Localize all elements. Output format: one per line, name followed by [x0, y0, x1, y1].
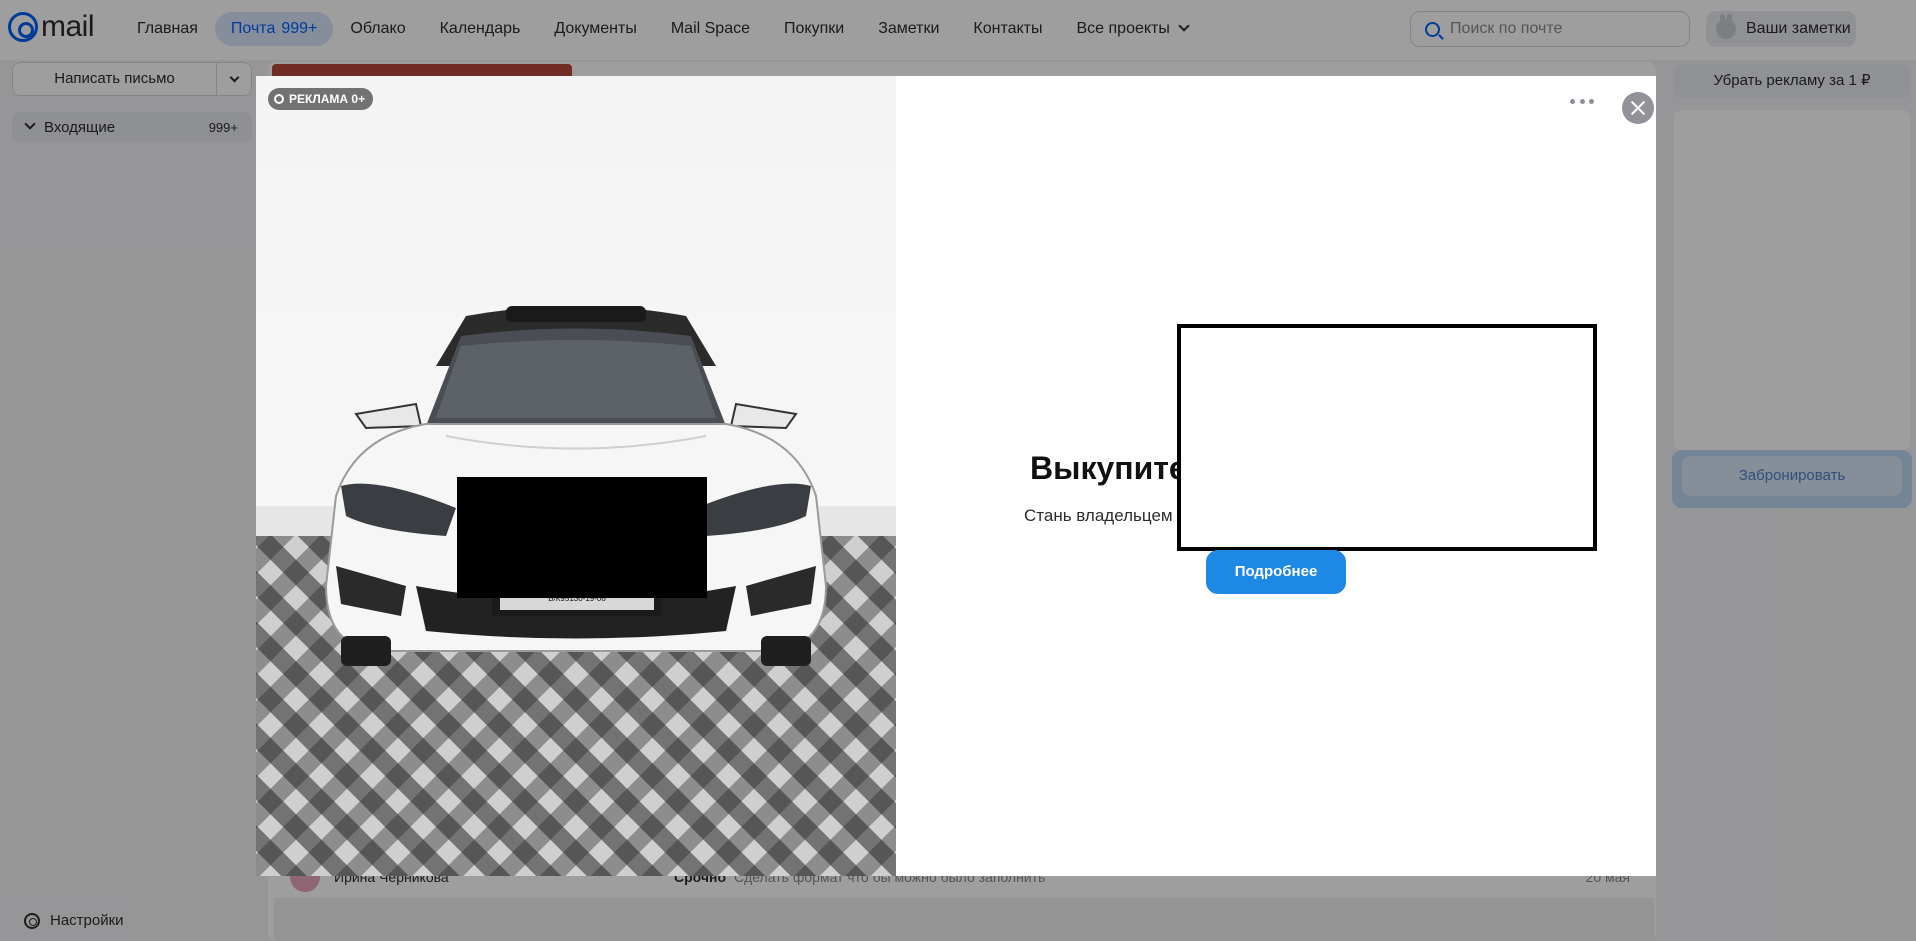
ad-car-image[interactable]: В/К95130-19-08 РЕКЛАМА 0+ [256, 76, 896, 876]
ad-headline: Выкупите [1030, 450, 1187, 486]
ad-subline: Стань владельцем [1024, 506, 1173, 525]
info-circle-icon [274, 94, 284, 104]
more-options-icon[interactable] [1570, 98, 1594, 104]
redaction-block [1177, 324, 1597, 551]
learn-more-button[interactable]: Подробнее [1206, 550, 1346, 594]
close-icon[interactable] [1622, 92, 1654, 124]
ad-label-badge[interactable]: РЕКЛАМА 0+ [268, 88, 374, 110]
redaction-block [457, 477, 707, 598]
fullscreen-ad-modal: В/К95130-19-08 РЕКЛАМА 0+ Выкупите Стань… [256, 76, 1656, 876]
ad-label-text: РЕКЛАМА 0+ [289, 92, 366, 106]
